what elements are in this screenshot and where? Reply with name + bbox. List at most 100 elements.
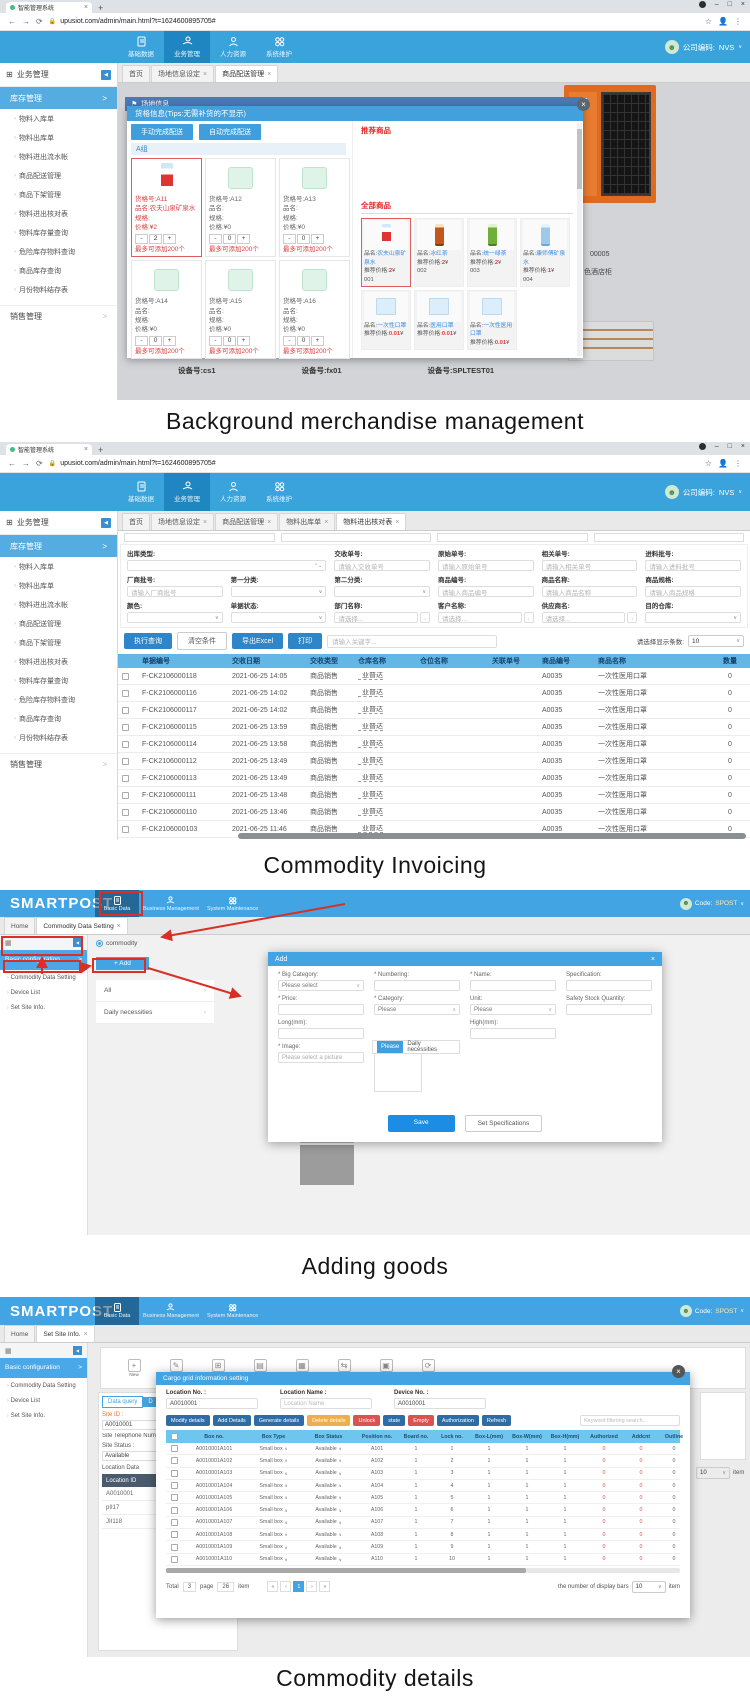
page-button[interactable]: « bbox=[267, 1581, 278, 1592]
keyword-search-input[interactable]: 请输入关键字... bbox=[327, 635, 497, 648]
tab-inout-checklist[interactable]: 物料进出核对表× bbox=[336, 513, 406, 530]
modal-action-button[interactable]: Unlock bbox=[353, 1415, 380, 1426]
qty-plus-button[interactable]: + bbox=[237, 234, 250, 244]
select-all-checkbox[interactable] bbox=[171, 1433, 178, 1440]
modal-action-button[interactable]: Add Details bbox=[213, 1415, 251, 1426]
forward-icon[interactable]: → bbox=[22, 459, 30, 468]
nav-item-business-management[interactable]: 业务管理 bbox=[164, 31, 210, 63]
outbound-type-select[interactable]: ⌃⌄ bbox=[127, 560, 326, 571]
collapse-icon[interactable]: ◀ bbox=[101, 518, 111, 528]
qty-value[interactable]: 2 bbox=[149, 234, 162, 244]
back-icon[interactable]: ← bbox=[8, 17, 16, 26]
product-card[interactable]: 品名:统一绿茶 推荐价格:2¥ 003 bbox=[467, 218, 517, 287]
modal-scrollbar[interactable] bbox=[577, 123, 582, 356]
user-avatar[interactable]: ☻ bbox=[680, 1305, 692, 1317]
big-category-select[interactable]: Please select∨ bbox=[278, 980, 364, 991]
qty-plus-button[interactable]: + bbox=[237, 336, 250, 346]
nav-item-human-resources[interactable]: 人力资源 bbox=[210, 31, 256, 63]
modal-action-button[interactable]: Authorization bbox=[437, 1415, 479, 1426]
sidebar-item[interactable]: ›物料进出流水帐 bbox=[0, 147, 117, 166]
incoming-batch-input[interactable]: 请输入进料批号 bbox=[645, 560, 741, 571]
modal-action-button[interactable]: Refresh bbox=[482, 1415, 511, 1426]
set-specifications-button[interactable]: Set Specifications bbox=[465, 1115, 543, 1132]
menu-dots-icon[interactable]: ⋮ bbox=[734, 17, 742, 26]
user-avatar[interactable]: ☻ bbox=[665, 40, 679, 54]
bookmark-star-icon[interactable]: ☆ bbox=[705, 17, 712, 26]
tab-close-icon[interactable]: × bbox=[267, 519, 271, 526]
nav-item-basic-data[interactable]: 基础数据 bbox=[118, 31, 164, 63]
toolbar-icon-button[interactable]: +New bbox=[115, 1359, 153, 1378]
slot-card[interactable]: 货格号:A16 品名: 规格: 价格:¥0 -0+ 最多可添加200个 bbox=[279, 260, 350, 359]
modal-action-button[interactable]: Empty bbox=[408, 1415, 434, 1426]
sidebar-item[interactable]: ›商品库存查询 bbox=[0, 261, 117, 280]
box-type-select[interactable]: Small box∨ bbox=[246, 1480, 301, 1491]
box-type-select[interactable]: Small box∨ bbox=[246, 1517, 301, 1528]
sidebar-item[interactable]: ›物料库存量查询 bbox=[0, 223, 117, 242]
bookmark-star-icon[interactable]: ☆ bbox=[705, 459, 712, 468]
product-name-input[interactable]: 请输入商品名称 bbox=[542, 586, 638, 597]
row-checkbox[interactable] bbox=[122, 775, 129, 782]
window-close-icon[interactable]: × bbox=[741, 443, 745, 450]
new-tab-button[interactable]: + bbox=[98, 445, 103, 455]
sidebar-item[interactable]: ›Device List bbox=[0, 985, 87, 1000]
profile-icon[interactable]: 👤 bbox=[718, 17, 728, 26]
tab-home[interactable]: Home bbox=[4, 917, 35, 934]
qty-minus-button[interactable]: - bbox=[283, 336, 296, 346]
page-button[interactable]: ‹ bbox=[280, 1581, 291, 1592]
target-warehouse-select[interactable]: ∨ bbox=[645, 612, 741, 623]
collapse-icon[interactable]: ◀ bbox=[73, 938, 82, 947]
product-card[interactable]: 品名:医用口罩 推荐价格:0.01¥ bbox=[414, 290, 464, 350]
product-card[interactable]: 品名:冰红茶 推荐价格:2¥ 002 bbox=[414, 218, 464, 287]
tab-home[interactable]: 首页 bbox=[122, 513, 150, 530]
box-type-select[interactable]: Small box∨ bbox=[246, 1541, 301, 1552]
location-name-input[interactable]: Location Name bbox=[280, 1398, 372, 1409]
save-button[interactable]: Save bbox=[388, 1115, 455, 1132]
window-maximize-icon[interactable]: □ bbox=[728, 1, 732, 8]
box-status-select[interactable]: Available∨ bbox=[301, 1480, 356, 1491]
sidebar-item[interactable]: ›物料进出流水帐 bbox=[0, 595, 117, 614]
qty-value[interactable]: 0 bbox=[223, 234, 236, 244]
page-size-select[interactable]: 10∨ bbox=[688, 635, 744, 647]
vendor-batch-input[interactable]: 请输入厂商批号 bbox=[127, 586, 223, 597]
slot-card[interactable]: 货格号:A15 品名: 规格: 价格:¥0 -0+ 最多可添加200个 bbox=[205, 260, 276, 359]
tab-close-icon[interactable]: × bbox=[267, 71, 271, 78]
print-button[interactable]: 打印 bbox=[288, 633, 322, 649]
table-row[interactable]: F-CK2106000112 2021-06-25 13:49 商品销售 亚普达… bbox=[118, 753, 750, 770]
nav-item-system-maintenance[interactable]: System Maintenance bbox=[203, 1297, 262, 1325]
user-avatar[interactable]: ☻ bbox=[680, 898, 692, 910]
dropdown-option[interactable]: Please bbox=[377, 1041, 403, 1053]
table-row[interactable]: F-CK2106000117 2021-06-25 14:02 商品销售 亚普达… bbox=[118, 702, 750, 719]
sidebar-item[interactable]: ›危险库存物料查询 bbox=[0, 242, 117, 261]
table-row[interactable]: F-CK2106000110 2021-06-25 13:46 商品销售 亚普达… bbox=[118, 804, 750, 821]
grid-table-row[interactable]: A0010001A103 Small box∨ Available∨ A103 … bbox=[166, 1468, 680, 1480]
browser-tab[interactable]: 智能管理系统 × bbox=[6, 2, 92, 13]
category-select[interactable]: Please∧ bbox=[374, 1004, 460, 1015]
qty-minus-button[interactable]: - bbox=[283, 234, 296, 244]
nav-item-basic-data[interactable]: Basic Data bbox=[95, 890, 139, 917]
slot-card[interactable]: 货格号:A12 品名: 规格: 价格:¥0 -0+ 最多可添加200个 bbox=[205, 158, 276, 257]
row-checkbox[interactable] bbox=[122, 724, 129, 731]
tab-close-icon[interactable]: × bbox=[203, 519, 207, 526]
sidebar-section-sales[interactable]: 销售管理> bbox=[0, 753, 117, 775]
tab-commodity-data-setting[interactable]: Commodity Data Setting× bbox=[36, 917, 128, 934]
reload-icon[interactable]: ⟳ bbox=[36, 17, 43, 26]
row-checkbox[interactable] bbox=[171, 1531, 178, 1538]
new-tab-button[interactable]: + bbox=[98, 3, 103, 13]
grid-table-row[interactable]: A0010001A107 Small box∨ Available∨ A107 … bbox=[166, 1517, 680, 1529]
browser-profile-icon[interactable] bbox=[699, 1, 706, 8]
tab-close-icon[interactable]: × bbox=[117, 923, 121, 930]
tab-close-icon[interactable]: × bbox=[84, 446, 88, 453]
chevron-down-icon[interactable]: ∨ bbox=[738, 44, 742, 50]
keyword-filter-input[interactable]: Keyword filtering search... bbox=[580, 1415, 680, 1426]
qty-plus-button[interactable]: + bbox=[163, 336, 176, 346]
tab-site-info-setting[interactable]: 场地信息设定× bbox=[151, 513, 214, 530]
tab-site-info-setting[interactable]: 场地信息设定× bbox=[151, 65, 214, 82]
sidebar-item[interactable]: ›物料进出核对表 bbox=[0, 204, 117, 223]
customer-picker[interactable]: 请选择... bbox=[438, 612, 522, 623]
table-row[interactable]: F-CK2106000113 2021-06-25 13:49 商品销售 亚普达… bbox=[118, 770, 750, 787]
box-status-select[interactable]: Available∨ bbox=[301, 1554, 356, 1565]
long-input[interactable] bbox=[278, 1028, 364, 1039]
safety-stock-input[interactable] bbox=[566, 1004, 652, 1015]
nav-item-system-maintenance[interactable]: 系统维护 bbox=[256, 473, 302, 511]
sidebar-item[interactable]: ›Commodity Data Setting bbox=[0, 970, 87, 985]
